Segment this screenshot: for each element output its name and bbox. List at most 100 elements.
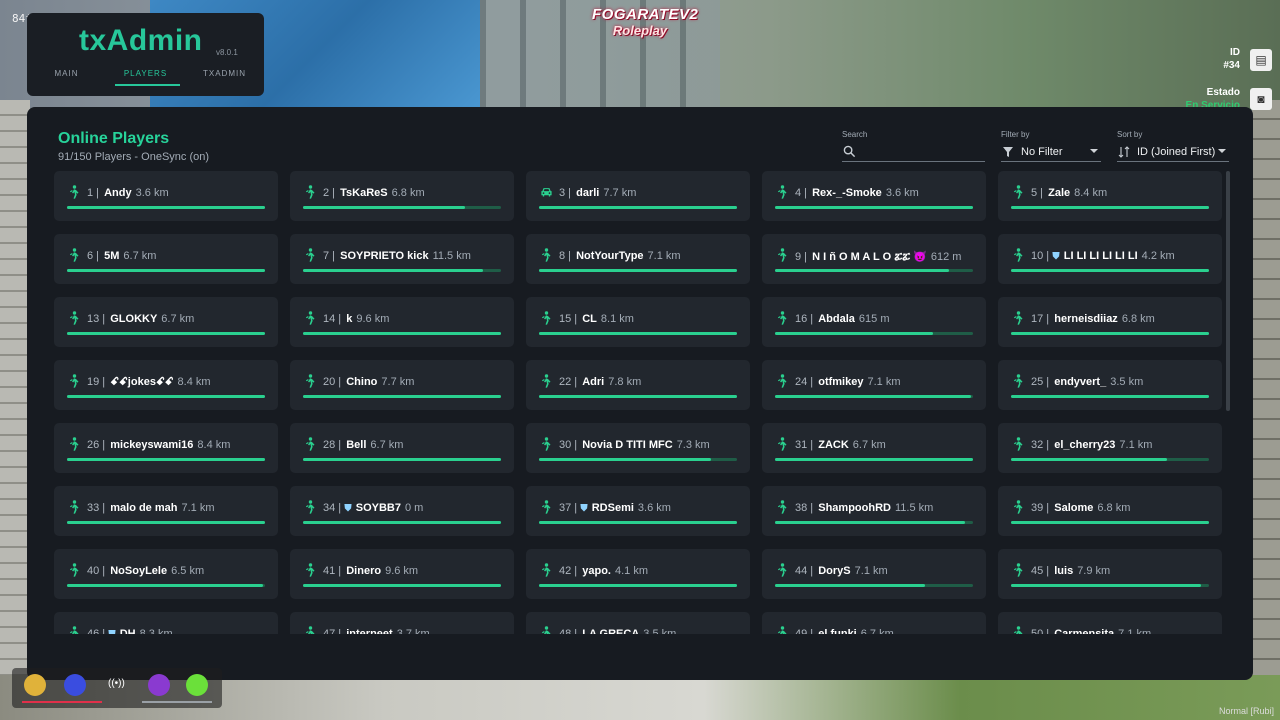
player-card[interactable]: 3 | darli 7.7 km [526, 171, 750, 221]
health-bar-fill [775, 332, 934, 335]
health-bar-fill [775, 269, 950, 272]
walking-person-icon [776, 437, 788, 451]
health-bar-fill [775, 584, 926, 587]
player-distance: 11.5 km [432, 250, 471, 262]
player-separator: | [571, 313, 581, 325]
player-card[interactable]: 31 | ZACK 6.7 km [762, 423, 986, 473]
player-distance: 6.8 km [1121, 313, 1155, 325]
player-card[interactable]: 5 | Zale 8.4 km [998, 171, 1222, 221]
health-bar-fill [539, 521, 737, 524]
player-card[interactable]: 32 | el_cherry23 7.1 km [998, 423, 1222, 473]
player-card[interactable]: 39 | Salome 6.8 km [998, 486, 1222, 536]
health-bar-fill [1011, 206, 1209, 209]
walking-person-icon [304, 374, 316, 388]
player-info: 37 | ⛊ RDSemi 3.6 km [559, 502, 671, 514]
walking-person-icon [776, 185, 788, 199]
player-card[interactable]: 19 | ꗃꗃjokesꗃꗃ 8.4 km [54, 360, 278, 410]
player-id: 28 [323, 439, 336, 451]
tab-main[interactable]: MAIN [27, 69, 106, 86]
player-card[interactable]: 8 | NotYourType 7.1 km [526, 234, 750, 284]
player-card[interactable]: 42 | yapo. 4.1 km [526, 549, 750, 599]
players-scrollbar[interactable] [1226, 171, 1230, 411]
player-separator: | [801, 187, 811, 199]
player-id: 46 [87, 628, 100, 634]
player-card[interactable]: 17 | herneisdiiaz 6.8 km [998, 297, 1222, 347]
player-card[interactable]: 10 | ⛊ LI LI LI LI LI LI 4.2 km [998, 234, 1222, 284]
health-bar [67, 332, 265, 335]
server-logo-line1: FOGARATEV2 [592, 6, 699, 23]
player-info: 3 | darli 7.7 km [559, 187, 636, 199]
player-card[interactable]: 45 | luis 7.9 km [998, 549, 1222, 599]
walking-person-icon [540, 311, 552, 325]
player-card[interactable]: 25 | endyvert_ 3.5 km [998, 360, 1222, 410]
player-card[interactable]: 22 | Adri 7.8 km [526, 360, 750, 410]
health-bar [1011, 332, 1209, 335]
player-distance: 3.5 km [1110, 376, 1144, 388]
search-input[interactable] [862, 144, 982, 160]
player-info: 24 | otfmikey 7.1 km [795, 376, 901, 388]
sort-select[interactable]: ID (Joined First) [1117, 144, 1229, 162]
player-card[interactable]: 47 | interneet 3.7 km [290, 612, 514, 634]
players-grid: 1 | Andy 3.6 km 2 | TsKaReS 6.8 km 3 | darli… [54, 171, 1222, 634]
player-card[interactable]: 41 | Dinero 9.6 km [290, 549, 514, 599]
player-card[interactable]: 33 | malo de mah 7.1 km [54, 486, 278, 536]
player-card[interactable]: 24 | otfmikey 7.1 km [762, 360, 986, 410]
health-bar-fill [775, 521, 966, 524]
player-separator: | [335, 502, 345, 514]
player-card[interactable]: 9 | N I ñ O M A L O ፚፚ 😈 612 m [762, 234, 986, 284]
player-id: 44 [795, 565, 808, 577]
server-logo-line2: Roleplay [612, 23, 668, 38]
player-card[interactable]: 2 | TsKaReS 6.8 km [290, 171, 514, 221]
stress-icon [148, 674, 170, 696]
player-card[interactable]: 1 | Andy 3.6 km [54, 171, 278, 221]
player-card[interactable]: 15 | CL 8.1 km [526, 297, 750, 347]
player-card[interactable]: 20 | Chino 7.7 km [290, 360, 514, 410]
player-card[interactable]: 26 | mickeyswami16 8.4 km [54, 423, 278, 473]
player-separator: | [807, 565, 817, 577]
filter-select[interactable]: No Filter [1001, 144, 1101, 162]
player-card[interactable]: 49 | el funki 6.7 km [762, 612, 986, 634]
search-field [842, 144, 985, 162]
player-name: yapo. [582, 565, 611, 577]
armor-bar [142, 701, 212, 703]
player-separator: | [807, 439, 817, 451]
tab-players[interactable]: PLAYERS [106, 69, 185, 86]
player-card[interactable]: 4 | Rex-_-Smoke 3.6 km [762, 171, 986, 221]
player-card[interactable]: 28 | Bell 6.7 km [290, 423, 514, 473]
player-card[interactable]: 44 | DoryS 7.1 km [762, 549, 986, 599]
player-card[interactable]: 50 | Carmensita 7.1 km [998, 612, 1222, 634]
walking-person-icon [776, 248, 788, 262]
health-bar [67, 521, 265, 524]
funnel-icon [1003, 147, 1013, 157]
player-card[interactable]: 37 | ⛊ RDSemi 3.6 km [526, 486, 750, 536]
player-distance: 0 m [404, 502, 424, 514]
player-card[interactable]: 40 | NoSoyLele 6.5 km [54, 549, 278, 599]
chevron-down-icon [1218, 149, 1226, 153]
player-id: 15 [559, 313, 572, 325]
player-card[interactable]: 7 | SOYPRIETO kick 11.5 km [290, 234, 514, 284]
player-card[interactable]: 38 | ShampoohRD 11.5 km [762, 486, 986, 536]
player-id-box: ID #34 [1223, 46, 1240, 72]
player-distance: 8.1 km [600, 313, 634, 325]
player-name: RDSemi [591, 502, 634, 514]
player-card[interactable]: 14 | k 9.6 km [290, 297, 514, 347]
health-bar [775, 395, 973, 398]
player-card[interactable]: 6 | 5M 6.7 km [54, 234, 278, 284]
stamina-icon [186, 674, 208, 696]
player-name: ShampoohRD [818, 502, 891, 514]
player-card[interactable]: 34 | ⛊ SOYBB7 0 m [290, 486, 514, 536]
player-card[interactable]: 16 | Abdala 615 m [762, 297, 986, 347]
health-bar [67, 584, 265, 587]
player-card[interactable]: 13 | GLOKKY 6.7 km [54, 297, 278, 347]
health-bar-fill [67, 584, 264, 587]
health-bar [539, 269, 737, 272]
tab-txadmin[interactable]: TXADMIN [185, 69, 264, 86]
player-distance: 8.4 km [177, 376, 211, 388]
player-distance: 7.1 km [1119, 439, 1153, 451]
player-card[interactable]: 46 | ⛊DH8.3 km [54, 612, 278, 634]
player-name: otfmikey [818, 376, 864, 388]
player-name: interneet [346, 628, 393, 634]
player-card[interactable]: 48 | LA GRECA 3.5 km [526, 612, 750, 634]
player-card[interactable]: 30 | Novia D TITI MFC 7.3 km [526, 423, 750, 473]
player-name: Bell [346, 439, 367, 451]
